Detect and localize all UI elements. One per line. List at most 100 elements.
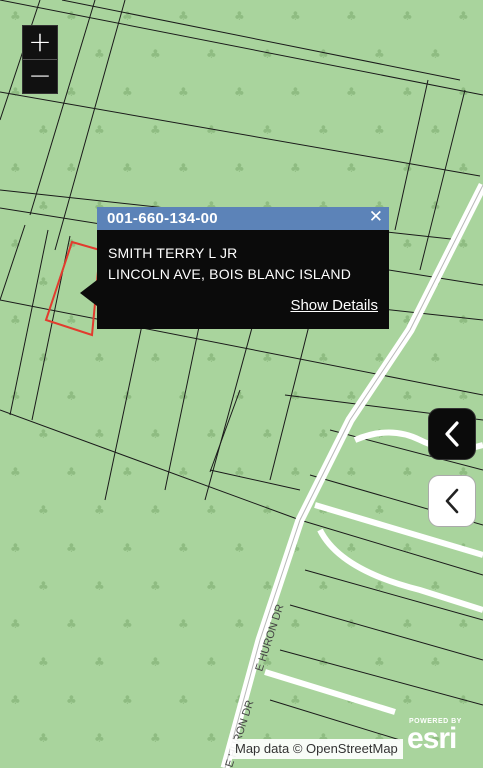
chevron-left-icon [445, 488, 459, 514]
tree-symbol: ♣ [234, 9, 245, 23]
tree-symbol: ♣ [10, 161, 21, 175]
tree-symbol: ♣ [94, 731, 105, 745]
tree-symbol: ♣ [178, 541, 189, 555]
tree-symbol: ♣ [94, 351, 105, 365]
popup-header: 001-660-134-00 ✕ [97, 207, 389, 230]
tree-symbol: ♣ [346, 389, 357, 403]
expand-panel-button[interactable] [428, 475, 476, 527]
tree-symbol: ♣ [10, 465, 21, 479]
tree-symbol: ♣ [262, 123, 273, 137]
tree-symbol: ♣ [122, 693, 133, 707]
tree-symbol: ♣ [234, 617, 245, 631]
tree-symbol: ♣ [402, 9, 413, 23]
tree-symbol: ♣ [402, 693, 413, 707]
tree-symbol: ♣ [66, 541, 77, 555]
map-attribution[interactable]: Map data © OpenStreetMap [230, 739, 403, 759]
tree-symbol: ♣ [458, 9, 469, 23]
parcel-id: 001-660-134-00 [107, 210, 218, 227]
tree-symbol: ♣ [10, 541, 21, 555]
tree-symbol: ♣ [10, 313, 21, 327]
tree-symbol: ♣ [402, 617, 413, 631]
show-details-link[interactable]: Show Details [290, 297, 378, 314]
map-canvas[interactable]: ♣ ♣ ♣ ♣ ♣ ♣ ♣ ♣ ♣ ♣ ♣ ♣ ♣ ♣ ♣ ♣ ♣ ♣ ♣ ♣ ♣ ♣ ♣ ♣ ♣ ♣ ♣ ♣ ♣ ♣ ♣ ♣ ♣ ♣ ♣ ♣ ♣ ♣ ♣ ♣… [0, 0, 483, 768]
tree-symbol: ♣ [402, 389, 413, 403]
tree-symbol: ♣ [38, 731, 49, 745]
tree-symbol: ♣ [290, 693, 301, 707]
tree-symbol: ♣ [10, 617, 21, 631]
tree-symbol: ♣ [122, 617, 133, 631]
tree-symbol: ♣ [206, 503, 217, 517]
tree-symbol: ♣ [122, 161, 133, 175]
tree-symbol: ♣ [318, 47, 329, 61]
tree-symbol: ♣ [150, 123, 161, 137]
tree-symbol: ♣ [94, 123, 105, 137]
popup-body: SMITH TERRY L JR LINCOLN AVE, BOIS BLANC… [80, 230, 389, 329]
tree-symbol: ♣ [66, 161, 77, 175]
tree-symbol: ♣ [402, 465, 413, 479]
popup-pointer [80, 280, 97, 306]
collapse-panel-button[interactable] [428, 408, 476, 460]
tree-symbol: ♣ [66, 389, 77, 403]
tree-symbol: ♣ [122, 541, 133, 555]
tree-symbol: ♣ [150, 427, 161, 441]
tree-symbol: ♣ [178, 9, 189, 23]
tree-symbol: ♣ [38, 655, 49, 669]
tree-symbol: ♣ [178, 693, 189, 707]
tree-symbol: ♣ [94, 427, 105, 441]
tree-symbol: ♣ [346, 465, 357, 479]
tree-symbol: ♣ [430, 199, 441, 213]
tree-symbol: ♣ [122, 85, 133, 99]
tree-symbol: ♣ [262, 579, 273, 593]
tree-symbol: ♣ [290, 9, 301, 23]
tree-symbol: ♣ [122, 465, 133, 479]
tree-symbol: ♣ [318, 579, 329, 593]
close-icon[interactable]: ✕ [367, 207, 385, 227]
zoom-control: + − [22, 25, 58, 94]
map-background [0, 0, 483, 768]
tree-symbol: ♣ [38, 123, 49, 137]
tree-symbol: ♣ [38, 199, 49, 213]
tree-symbol: ♣ [402, 237, 413, 251]
tree-symbol: ♣ [262, 503, 273, 517]
tree-symbol: ♣ [206, 579, 217, 593]
tree-symbol: ♣ [346, 85, 357, 99]
tree-symbol: ♣ [10, 85, 21, 99]
tree-symbol: ♣ [206, 731, 217, 745]
tree-symbol: ♣ [122, 9, 133, 23]
tree-symbol: ♣ [458, 617, 469, 631]
chevron-left-icon [445, 421, 459, 447]
tree-symbol: ♣ [290, 161, 301, 175]
tree-symbol: ♣ [374, 655, 385, 669]
tree-symbol: ♣ [234, 85, 245, 99]
tree-symbol: ♣ [150, 351, 161, 365]
tree-symbol: ♣ [430, 47, 441, 61]
tree-symbol: ♣ [38, 275, 49, 289]
tree-symbol: ♣ [178, 617, 189, 631]
zoom-out-button[interactable]: − [23, 60, 57, 93]
tree-symbol: ♣ [66, 465, 77, 479]
parcel-address: LINCOLN AVE, BOIS BLANC ISLAND [108, 266, 352, 282]
tree-symbol: ♣ [38, 427, 49, 441]
esri-wordmark: esri [407, 722, 457, 755]
tree-symbol: ♣ [10, 693, 21, 707]
tree-symbol: ♣ [290, 85, 301, 99]
esri-logo[interactable]: POWERED BY esri [407, 716, 477, 760]
tree-symbol: ♣ [346, 161, 357, 175]
tree-symbol: ♣ [178, 161, 189, 175]
tree-symbol: ♣ [290, 465, 301, 479]
tree-symbol: ♣ [66, 693, 77, 707]
tree-symbol: ♣ [206, 655, 217, 669]
tree-symbol: ♣ [150, 579, 161, 593]
zoom-in-button[interactable]: + [23, 26, 57, 59]
tree-symbol: ♣ [206, 47, 217, 61]
tree-symbol: ♣ [346, 9, 357, 23]
tree-symbol: ♣ [374, 123, 385, 137]
parcel-popup: 001-660-134-00 ✕ SMITH TERRY L JR LINCOL… [80, 207, 389, 329]
tree-symbol: ♣ [290, 617, 301, 631]
tree-symbol: ♣ [234, 161, 245, 175]
tree-symbol: ♣ [458, 313, 469, 327]
tree-symbol: ♣ [262, 47, 273, 61]
tree-symbol: ♣ [150, 655, 161, 669]
tree-symbol: ♣ [150, 503, 161, 517]
tree-symbol: ♣ [402, 85, 413, 99]
